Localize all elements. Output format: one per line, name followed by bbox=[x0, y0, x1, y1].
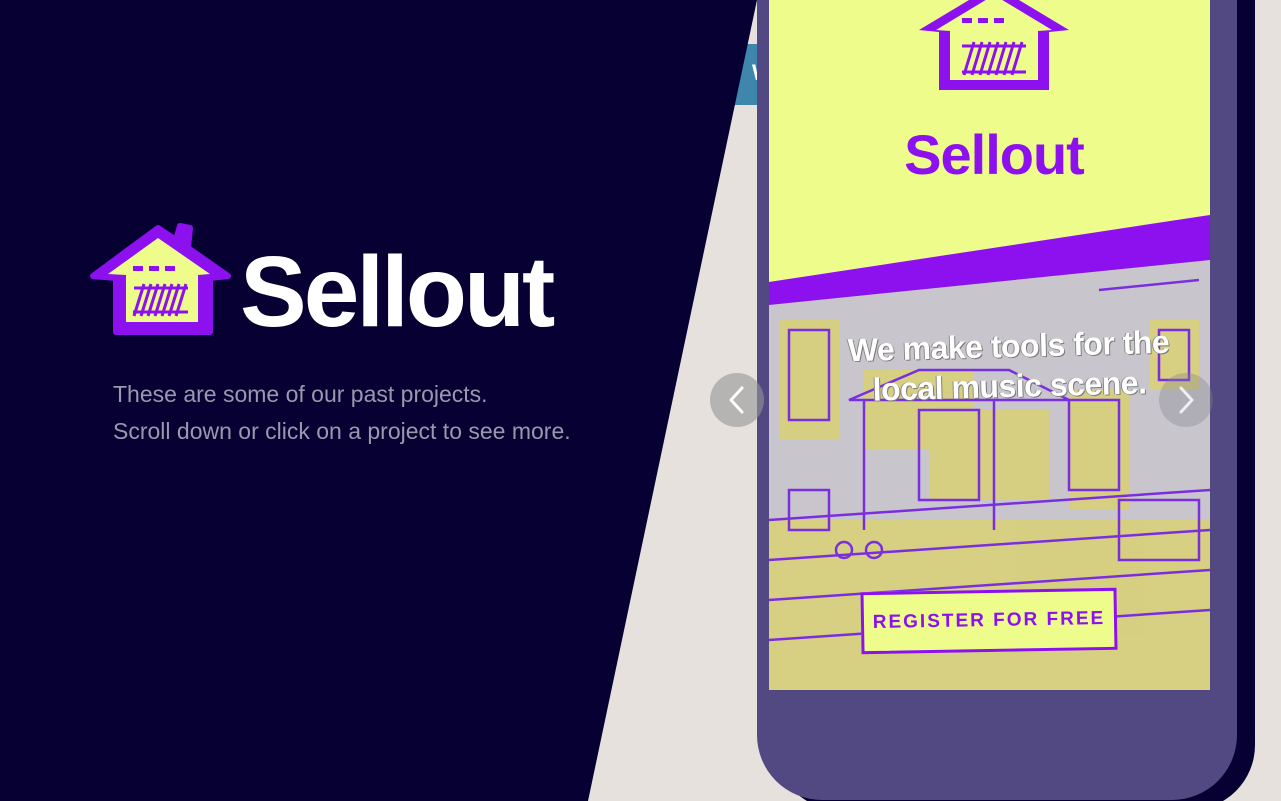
chevron-left-icon bbox=[729, 386, 744, 414]
carousel-prev-button[interactable] bbox=[710, 373, 764, 427]
house-logo-icon bbox=[90, 223, 231, 335]
house-logo-icon bbox=[919, 0, 1069, 90]
register-button[interactable]: REGISTER FOR FREE bbox=[860, 587, 1118, 655]
slide-hero-heading: We make tools for the local music scene. bbox=[808, 321, 1210, 411]
tagline-line-1: These are some of our past projects. bbox=[113, 381, 488, 407]
project-slide[interactable]: Sellout We make tools for the local musi… bbox=[769, 0, 1210, 690]
page: W Sellout These are some of our pa bbox=[0, 0, 1281, 801]
brand-name: Sellout bbox=[240, 236, 555, 348]
carousel-next-button[interactable] bbox=[1159, 373, 1213, 427]
slide-app-title: Sellout bbox=[904, 123, 1085, 186]
brand-header: Sellout bbox=[88, 218, 608, 348]
intro-tagline: These are some of our past projects. Scr… bbox=[113, 376, 633, 450]
chevron-right-icon bbox=[1179, 386, 1194, 414]
tagline-line-2: Scroll down or click on a project to see… bbox=[113, 418, 571, 444]
